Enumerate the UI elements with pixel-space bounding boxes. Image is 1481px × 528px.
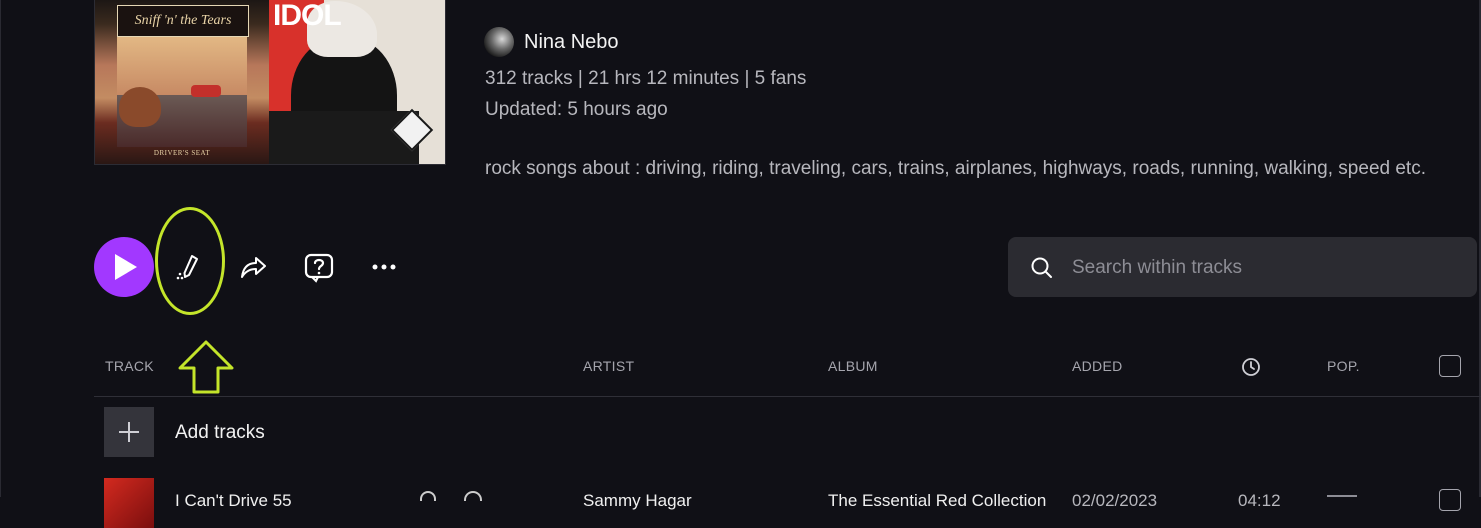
add-tracks-label[interactable]: Add tracks (175, 422, 265, 444)
track-album[interactable]: The Essential Red Collection (828, 491, 1046, 511)
cover-caption: DRIVER'S SEAT (153, 149, 211, 157)
pencil-icon (176, 255, 198, 280)
column-header-album[interactable]: ALBUM (828, 358, 878, 374)
annotation-up-arrow-icon (178, 340, 234, 394)
left-divider (0, 0, 1, 497)
share-button[interactable] (234, 247, 274, 287)
more-button[interactable] (364, 247, 404, 287)
more-icon (372, 264, 396, 270)
heart-icon[interactable] (464, 491, 482, 501)
column-header-added[interactable]: ADDED (1072, 358, 1123, 374)
cover-sky (117, 35, 247, 95)
play-icon (115, 254, 137, 280)
cover-art-left: Sniff 'n' the Tears DRIVER'S SEAT (95, 0, 269, 164)
column-header-artist[interactable]: ARTIST (583, 358, 634, 374)
select-all-checkbox[interactable] (1439, 355, 1461, 377)
add-tracks-button[interactable] (104, 407, 154, 457)
cover-jacket (269, 111, 419, 164)
owner-name[interactable]: Nina Nebo (524, 31, 619, 54)
cover-banner: Sniff 'n' the Tears (117, 5, 249, 37)
cover-banner-text: Sniff 'n' the Tears (134, 13, 232, 28)
help-button[interactable] (299, 247, 339, 287)
help-icon (304, 253, 334, 283)
header-divider (94, 396, 1481, 397)
owner-avatar[interactable] (484, 27, 514, 57)
search-icon (1031, 257, 1052, 278)
cover-right-title: IDOL (273, 0, 342, 32)
cover-figure (119, 87, 161, 127)
track-added: 02/02/2023 (1072, 491, 1158, 510)
track-title[interactable]: I Can't Drive 55 (175, 491, 292, 511)
column-header-popularity[interactable]: POP. (1327, 358, 1360, 374)
share-icon (241, 257, 266, 278)
cover-art-right: IDOL (269, 0, 445, 164)
playlist-cover: Sniff 'n' the Tears DRIVER'S SEAT IDOL (94, 0, 446, 165)
track-duration: 04:12 (1238, 491, 1281, 510)
column-header-track[interactable]: TRACK (105, 358, 154, 374)
clock-icon[interactable] (1241, 357, 1261, 377)
edit-button[interactable] (170, 247, 210, 287)
playlist-updated: Updated: 5 hours ago (485, 99, 668, 120)
track-artist[interactable]: Sammy Hagar (583, 491, 692, 511)
lyrics-icon[interactable] (420, 491, 436, 501)
search-input[interactable] (1070, 237, 1464, 299)
track-thumbnail[interactable] (104, 478, 154, 528)
track-checkbox[interactable] (1439, 489, 1461, 511)
play-button[interactable] (94, 237, 154, 297)
playlist-stats: 312 tracks | 21 hrs 12 minutes | 5 fans (485, 68, 807, 89)
track-search (1008, 237, 1477, 299)
cover-car (191, 85, 221, 97)
playlist-description: rock songs about : driving, riding, trav… (485, 158, 1426, 179)
plus-icon (119, 422, 139, 442)
